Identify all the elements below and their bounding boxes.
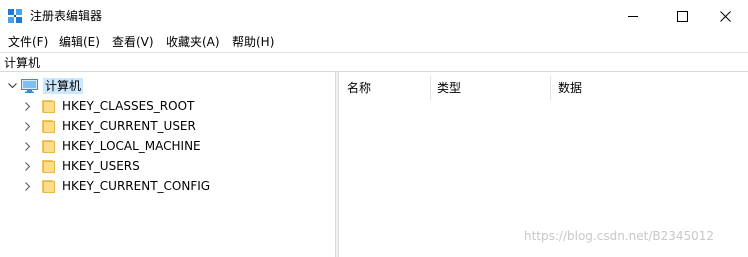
watermark-text: https://blog.csdn.net/B2345012 [524, 229, 715, 243]
tree-node-label: HKEY_CLASSES_ROOT [62, 99, 195, 113]
title-bar: 注册表编辑器 [0, 0, 748, 32]
folder-icon [42, 179, 56, 193]
menu-view[interactable]: 查看(V) [110, 34, 156, 50]
address-path[interactable]: 计算机 [4, 55, 40, 71]
window-title: 注册表编辑器 [30, 9, 103, 23]
tree-node-hkey-current-config[interactable]: HKEY_CURRENT_CONFIG [22, 176, 210, 196]
column-header-type[interactable]: 类型 [437, 80, 461, 96]
maximize-button[interactable] [659, 0, 705, 32]
expand-chevron-icon[interactable] [22, 156, 34, 176]
minimize-button[interactable] [610, 0, 656, 32]
maximize-icon [676, 10, 688, 22]
tree-node-label: HKEY_CURRENT_CONFIG [62, 179, 211, 193]
key-tree[interactable]: 计算机 HKEY_CLASSES_ROOT HKEY_CURRENT_USER … [0, 72, 335, 257]
column-header-data[interactable]: 数据 [558, 80, 582, 96]
expand-chevron-icon[interactable] [22, 136, 34, 156]
close-button[interactable] [702, 0, 748, 32]
menu-edit[interactable]: 编辑(E) [57, 34, 102, 50]
column-header-name[interactable]: 名称 [347, 80, 371, 96]
tree-node-hkey-local-machine[interactable]: HKEY_LOCAL_MACHINE [22, 136, 201, 156]
tree-node-computer[interactable]: 计算机 [6, 76, 84, 96]
column-divider[interactable] [430, 76, 431, 100]
column-divider[interactable] [550, 76, 551, 100]
tree-node-label: 计算机 [43, 78, 84, 94]
expand-chevron-icon[interactable] [22, 176, 34, 196]
close-icon [719, 10, 731, 22]
tree-node-hkey-classes-root[interactable]: HKEY_CLASSES_ROOT [22, 96, 194, 116]
tree-node-label: HKEY_USERS [62, 159, 140, 173]
tree-node-label: HKEY_CURRENT_USER [62, 119, 196, 133]
tree-node-label: HKEY_LOCAL_MACHINE [62, 139, 201, 153]
tree-node-hkey-current-user[interactable]: HKEY_CURRENT_USER [22, 116, 196, 136]
collapse-chevron-icon[interactable] [6, 76, 18, 96]
registry-editor-icon [8, 9, 22, 23]
tree-node-hkey-users[interactable]: HKEY_USERS [22, 156, 140, 176]
computer-icon [21, 79, 38, 93]
menu-file[interactable]: 文件(F) [6, 34, 50, 50]
folder-icon [42, 99, 56, 113]
folder-icon [42, 119, 56, 133]
menu-help[interactable]: 帮助(H) [230, 34, 276, 50]
folder-icon [42, 139, 56, 153]
address-bar[interactable]: 计算机 [0, 52, 748, 72]
expand-chevron-icon[interactable] [22, 116, 34, 136]
menu-bar: 文件(F) 编辑(E) 查看(V) 收藏夹(A) 帮助(H) [0, 32, 748, 52]
folder-icon [42, 159, 56, 173]
expand-chevron-icon[interactable] [22, 96, 34, 116]
minimize-icon [628, 16, 638, 17]
menu-favorites[interactable]: 收藏夹(A) [164, 34, 222, 50]
